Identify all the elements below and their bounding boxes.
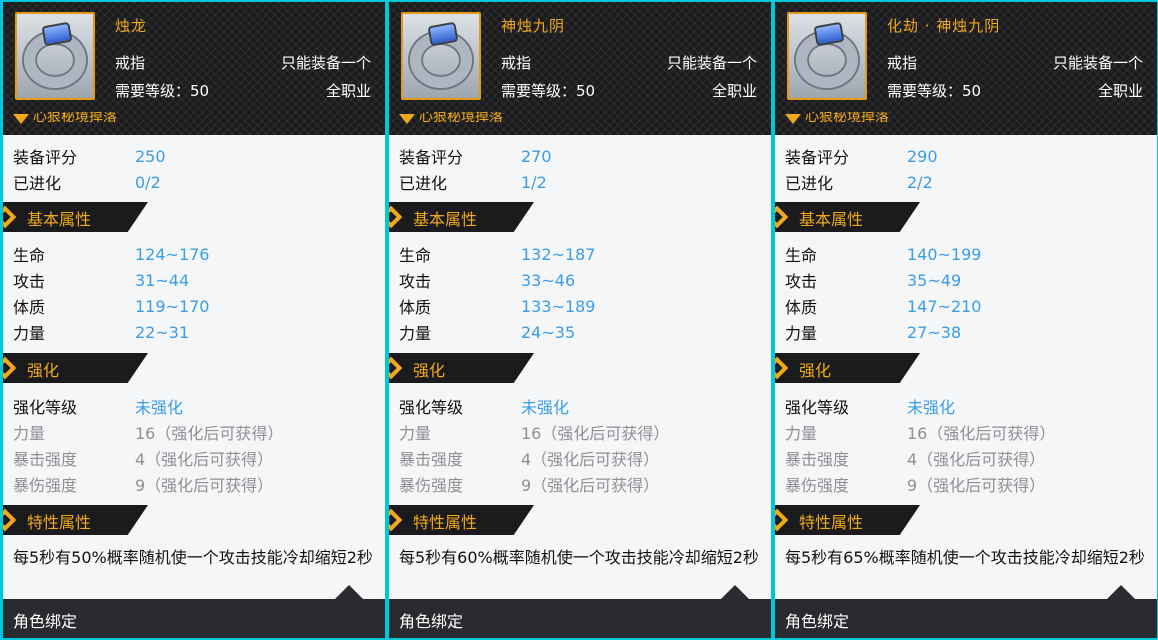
attr-row: 力量 24~35 xyxy=(399,322,576,344)
binding-footer: 角色绑定 xyxy=(775,585,1157,638)
evolve-row: 已进化 2/2 xyxy=(785,172,933,194)
item-header: 神烛九阴 戒指 只能装备一个 需要等级：50 全职业 心狠秘境掉落 xyxy=(389,2,771,135)
item-tooltip-panel: 烛龙 戒指 只能装备一个 需要等级：50 全职业 心狠秘境掉落 装备评分 250 … xyxy=(3,2,385,638)
enhance-attr-row: 暴伤强度 9（强化后可获得） xyxy=(13,476,274,495)
section-enhance: 强化 xyxy=(775,353,920,383)
enhance-attr-row: 力量 16（强化后可获得） xyxy=(785,424,1056,443)
item-tooltip-panel: 神烛九阴 戒指 只能装备一个 需要等级：50 全职业 心狠秘境掉落 装备评分 27… xyxy=(389,2,771,638)
item-name: 神烛九阴 xyxy=(501,17,566,35)
item-type: 戒指 xyxy=(501,54,532,72)
item-name: 化劫 · 神烛九阴 xyxy=(887,17,1001,35)
heart-icon xyxy=(13,114,29,124)
enhance-attr-row: 力量 16（强化后可获得） xyxy=(399,424,670,443)
enhance-level-row: 强化等级 未强化 xyxy=(399,398,570,417)
attr-row: 力量 27~38 xyxy=(785,322,962,344)
score-row: 装备评分 290 xyxy=(785,146,938,168)
item-class-req: 全职业 xyxy=(711,82,757,100)
attr-row: 生命 140~199 xyxy=(785,244,982,266)
item-source: 心狠秘境掉落 xyxy=(13,112,117,130)
enhance-attr-row: 暴伤强度 9（强化后可获得） xyxy=(399,476,660,495)
item-level-req: 需要等级：50 xyxy=(501,82,596,100)
enhance-attr-row: 暴击强度 4（强化后可获得） xyxy=(399,450,660,469)
section-basic-attributes: 基本属性 xyxy=(3,202,148,232)
section-traits: 特性属性 xyxy=(775,505,920,535)
enhance-level-row: 强化等级 未强化 xyxy=(785,398,956,417)
item-unique-note: 只能装备一个 xyxy=(280,54,371,72)
attr-row: 体质 133~189 xyxy=(399,296,596,318)
evolve-row: 已进化 1/2 xyxy=(399,172,547,194)
item-class-req: 全职业 xyxy=(325,82,371,100)
enhance-level-row: 强化等级 未强化 xyxy=(13,398,184,417)
score-row: 装备评分 250 xyxy=(13,146,166,168)
attr-row: 体质 147~210 xyxy=(785,296,982,318)
tooltip-comparison: 烛龙 戒指 只能装备一个 需要等级：50 全职业 心狠秘境掉落 装备评分 250 … xyxy=(0,0,1158,640)
attr-row: 生命 132~187 xyxy=(399,244,596,266)
attr-row: 生命 124~176 xyxy=(13,244,210,266)
ring-icon xyxy=(401,12,481,100)
enhance-attr-row: 暴击强度 4（强化后可获得） xyxy=(13,450,274,469)
attr-row: 攻击 35~49 xyxy=(785,270,962,292)
item-name: 烛龙 xyxy=(115,17,148,35)
heart-icon xyxy=(399,114,415,124)
section-traits: 特性属性 xyxy=(389,505,534,535)
item-tooltip-panel: 化劫 · 神烛九阴 戒指 只能装备一个 需要等级：50 全职业 心狠秘境掉落 装… xyxy=(775,2,1157,638)
item-type: 戒指 xyxy=(887,54,918,72)
item-source: 心狠秘境掉落 xyxy=(785,112,889,130)
item-unique-note: 只能装备一个 xyxy=(1052,54,1143,72)
attr-row: 体质 119~170 xyxy=(13,296,210,318)
section-enhance: 强化 xyxy=(389,353,534,383)
score-row: 装备评分 270 xyxy=(399,146,552,168)
enhance-attr-row: 力量 16（强化后可获得） xyxy=(13,424,284,443)
item-header: 化劫 · 神烛九阴 戒指 只能装备一个 需要等级：50 全职业 心狠秘境掉落 xyxy=(775,2,1157,135)
item-class-req: 全职业 xyxy=(1097,82,1143,100)
item-type: 戒指 xyxy=(115,54,146,72)
trait-description: 每5秒有60%概率随机使一个攻击技能冷却缩短2秒 xyxy=(399,548,759,567)
item-source: 心狠秘境掉落 xyxy=(399,112,503,130)
binding-footer: 角色绑定 xyxy=(3,585,385,638)
binding-footer: 角色绑定 xyxy=(389,585,771,638)
item-level-req: 需要等级：50 xyxy=(887,82,982,100)
item-header: 烛龙 戒指 只能装备一个 需要等级：50 全职业 心狠秘境掉落 xyxy=(3,2,385,135)
heart-icon xyxy=(785,114,801,124)
trait-description: 每5秒有65%概率随机使一个攻击技能冷却缩短2秒 xyxy=(785,548,1145,567)
section-basic-attributes: 基本属性 xyxy=(775,202,920,232)
section-basic-attributes: 基本属性 xyxy=(389,202,534,232)
item-unique-note: 只能装备一个 xyxy=(666,54,757,72)
section-enhance: 强化 xyxy=(3,353,148,383)
attr-row: 力量 22~31 xyxy=(13,322,190,344)
section-traits: 特性属性 xyxy=(3,505,148,535)
item-level-req: 需要等级：50 xyxy=(115,82,210,100)
ring-icon xyxy=(15,12,95,100)
enhance-attr-row: 暴击强度 4（强化后可获得） xyxy=(785,450,1046,469)
enhance-attr-row: 暴伤强度 9（强化后可获得） xyxy=(785,476,1046,495)
ring-icon xyxy=(787,12,867,100)
attr-row: 攻击 31~44 xyxy=(13,270,190,292)
trait-description: 每5秒有50%概率随机使一个攻击技能冷却缩短2秒 xyxy=(13,548,373,567)
evolve-row: 已进化 0/2 xyxy=(13,172,161,194)
attr-row: 攻击 33~46 xyxy=(399,270,576,292)
